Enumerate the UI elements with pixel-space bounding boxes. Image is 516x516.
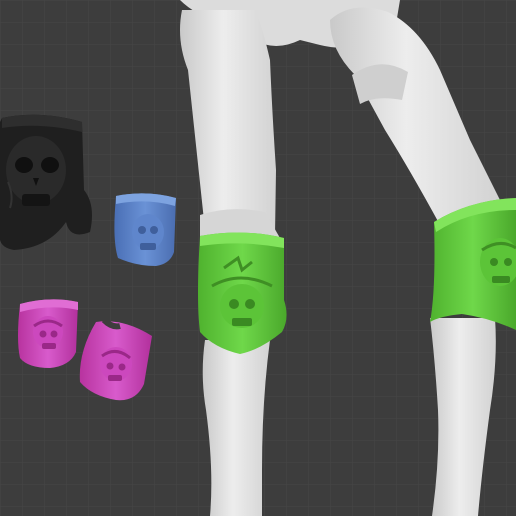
blue-skull-knee-guard xyxy=(114,193,176,266)
black-skull-knee-guard xyxy=(0,114,92,250)
3d-viewport[interactable] xyxy=(0,0,516,516)
pink-skull-knee-guard xyxy=(18,299,78,368)
green-skull-knee-guard-right-leg xyxy=(430,198,516,330)
scene-canvas xyxy=(0,0,516,516)
green-skull-knee-guard-left-leg xyxy=(198,232,287,354)
magenta-skull-knee-guard xyxy=(79,317,152,401)
